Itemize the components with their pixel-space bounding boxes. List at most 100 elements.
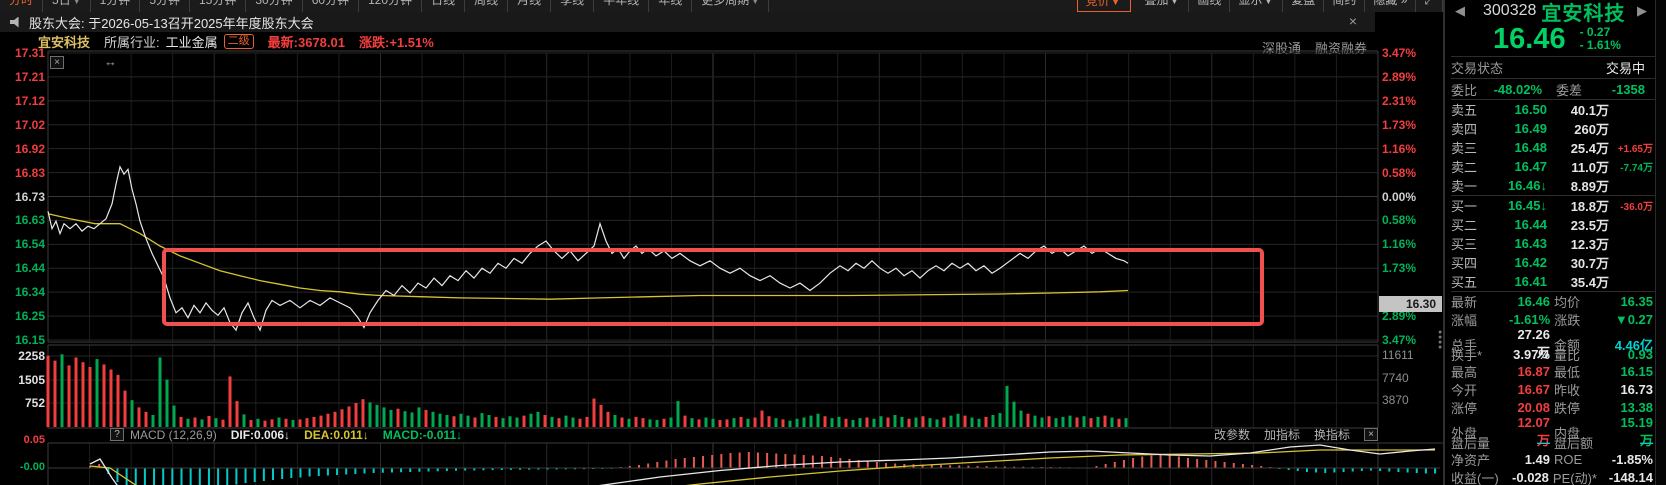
tab-3[interactable]: 5分钟	[140, 0, 190, 12]
chevron-down-icon: ▼	[1109, 0, 1122, 8]
panel-edge-sliver	[1655, 0, 1666, 485]
tab-11[interactable]: 季线	[551, 0, 595, 12]
tab-4[interactable]: 15分钟	[190, 0, 247, 12]
tab-8[interactable]: 日线	[422, 0, 466, 12]
drag-handle-icon[interactable]: ↔	[104, 54, 117, 69]
order-level-row[interactable]: 买五 16.41 35.4万	[1451, 272, 1655, 291]
toolbar-button-5[interactable]: 简约	[1324, 0, 1366, 12]
price-tag: 16.30	[1379, 296, 1442, 312]
percent-axis-label: 1.16%	[1382, 237, 1417, 252]
stat-row: 净资产 1.49 ROE -1.85%	[1451, 452, 1653, 469]
tab-9[interactable]: 周线	[465, 0, 509, 12]
toolbar-button-1[interactable]: 叠加▼	[1137, 0, 1190, 12]
price-axis-label: 17.31	[14, 46, 45, 60]
price-axis-label: 17.12	[14, 93, 45, 108]
stat-rows: 最新 16.46 均价 16.35 涨幅 -1.61% 涨跌 ▼0.27 总手 27.26万 金额 4…	[1451, 291, 1655, 485]
add-indicator-button[interactable]: 加指标	[1264, 426, 1300, 443]
industry-level-badge[interactable]: 二级	[223, 33, 254, 49]
tab-13[interactable]: 年线	[649, 0, 693, 12]
speaker-icon	[10, 16, 19, 28]
tab-2[interactable]: 1分钟	[91, 0, 141, 12]
percent-axis-label: 1.16%	[1382, 141, 1417, 156]
status-label: 交易状态	[1451, 61, 1504, 76]
toolbar-button-7[interactable]: ⤢	[1416, 0, 1443, 12]
percent-axis-label: 3.47%	[1382, 46, 1417, 60]
market-links: 深股通 融资融券	[1262, 38, 1367, 57]
stock-name: 宜安科技	[38, 34, 91, 50]
tab-12[interactable]: 半年线	[594, 0, 650, 12]
order-level-row[interactable]: 买一 16.45↓ 18.8万 -36.0万	[1451, 196, 1655, 215]
stock-app-window: 分时 5日 ▼ 1分钟 5分钟 15分钟 30分钟 60分钟 120分钟 日线 周线 月线 季线 半年线年…	[0, 0, 1666, 485]
bid-levels: 买一 16.45↓ 18.8万 -36.0万 买二 16.44 23.5万 买三 16.43 12…	[1451, 195, 1655, 291]
tab-7[interactable]: 120分钟	[359, 0, 423, 12]
sector-change: 涨跌:+1.51%	[358, 34, 434, 50]
quote-panel: ◀ 300328 宜安科技 ▶ 16.46 - 0.27 - 1.61% 交易状…	[1443, 0, 1655, 485]
macd-header: ? MACD (12,26,9) DIF:0.006↓ DEA:0.011↓ M…	[48, 427, 1378, 442]
macd-axis-max: 0.05	[23, 434, 45, 446]
delta-value: -7.74万	[1620, 163, 1653, 174]
order-level-row[interactable]: 卖一 16.46↓ 8.89万	[1451, 176, 1655, 195]
price-axis-label: 16.15	[14, 333, 45, 347]
tab-14[interactable]: 更多周期 ▼	[692, 0, 770, 12]
tab-10[interactable]: 月线	[508, 0, 552, 12]
order-level-row[interactable]: 卖三 16.48 25.4万 +1.65万	[1451, 138, 1655, 157]
percent-axis-label: 0.58%	[1382, 165, 1417, 180]
announcement-bar: 股东大会: 于2026-05-13召开2025年年度股东大会 ×	[0, 12, 1375, 32]
change-params-button[interactable]: 改参数	[1214, 426, 1250, 443]
price-axis-label: 16.44	[14, 261, 45, 276]
order-level-row[interactable]: 买二 16.44 23.5万	[1451, 215, 1655, 234]
order-level-row[interactable]: 卖四 16.49 260万	[1451, 119, 1655, 138]
chevron-down-icon: ▼	[1168, 0, 1181, 7]
price-axis-label: 16.73	[14, 189, 45, 204]
intraday-chart[interactable]	[0, 0, 1443, 485]
toolbar-button-2[interactable]: 画线	[1189, 0, 1231, 12]
link-margin-trading[interactable]: 融资融券	[1315, 38, 1367, 57]
stat-row: 总手 27.26万 金额 4.46亿	[1451, 327, 1653, 361]
prev-stock-button[interactable]: ◀	[1451, 3, 1469, 19]
help-icon[interactable]: ?	[110, 428, 124, 441]
order-level-row[interactable]: 买三 16.43 12.3万	[1451, 234, 1655, 253]
toolbar-button-0[interactable]: 竞价▼	[1076, 0, 1131, 12]
industry-value[interactable]: 工业金属	[166, 32, 218, 51]
switch-indicator-button[interactable]: 换指标	[1314, 426, 1350, 443]
next-stock-button[interactable]: ▶	[1633, 3, 1651, 19]
tab-0[interactable]: 分时	[0, 0, 44, 12]
macd-title: MACD (12,26,9)	[130, 427, 217, 442]
order-level-row[interactable]: 卖二 16.47 11.0万 -7.74万	[1451, 157, 1655, 176]
stat-row: 最新 16.46 均价 16.35	[1451, 294, 1653, 310]
price-axis-label: 17.02	[14, 117, 45, 132]
percent-axis-label: 1.73%	[1382, 261, 1417, 276]
percent-axis-label: 0.00%	[1382, 189, 1417, 204]
volume-axis-label: 1505	[18, 373, 45, 387]
stock-code: 300328	[1483, 2, 1537, 19]
price-axis-label: 16.25	[14, 309, 45, 324]
price-change-pct: - 1.61%	[1579, 38, 1621, 52]
volume-axis-label: 3870	[1382, 393, 1409, 407]
chevron-down-icon: ▼	[751, 0, 760, 6]
price-axis-label: 16.92	[14, 141, 45, 156]
last-price: 16.46	[1493, 22, 1566, 55]
tab-6[interactable]: 60分钟	[303, 0, 360, 12]
toolbar-button-4[interactable]: 复盘	[1283, 0, 1325, 12]
ask-levels: 卖五 16.50 40.1万 卖四 16.49 260万 卖三 16.48 25.4万 +1.65…	[1451, 99, 1655, 195]
percent-axis-label: 2.89%	[1382, 69, 1417, 84]
chart-close-icon[interactable]: ×	[50, 56, 64, 69]
panel-drag-handle[interactable]: ● ● ● ●	[1438, 329, 1442, 351]
toolbar-button-3[interactable]: 显示▼	[1230, 0, 1284, 12]
stat-row: 涨停 20.08 跌停 13.38	[1451, 399, 1653, 416]
volume-axis-label: 752	[24, 396, 45, 410]
stat-row: 今开 16.67 昨收 16.73	[1451, 381, 1653, 398]
macd-macd-value: MACD:-0.011↓	[382, 427, 463, 442]
macd-close-icon[interactable]: ×	[1364, 428, 1378, 441]
order-level-row[interactable]: 买四 16.42 30.7万	[1451, 253, 1655, 272]
tab-5[interactable]: 30分钟	[246, 0, 303, 12]
stat-row: 盘后量 — 盘后额 —	[1451, 434, 1653, 451]
percent-axis-label: 0.58%	[1382, 213, 1417, 228]
link-szse-connect[interactable]: 深股通	[1262, 38, 1301, 57]
tab-1[interactable]: 5日 ▼	[43, 0, 91, 12]
order-level-row[interactable]: 卖五 16.50 40.1万	[1451, 100, 1655, 119]
price-axis-label: 17.21	[14, 69, 45, 84]
close-icon[interactable]: ×	[1349, 13, 1357, 29]
announcement-text: 股东大会: 于2026-05-13召开2025年年度股东大会	[29, 15, 314, 31]
toolbar-button-6[interactable]: 隐藏 »	[1365, 0, 1417, 12]
